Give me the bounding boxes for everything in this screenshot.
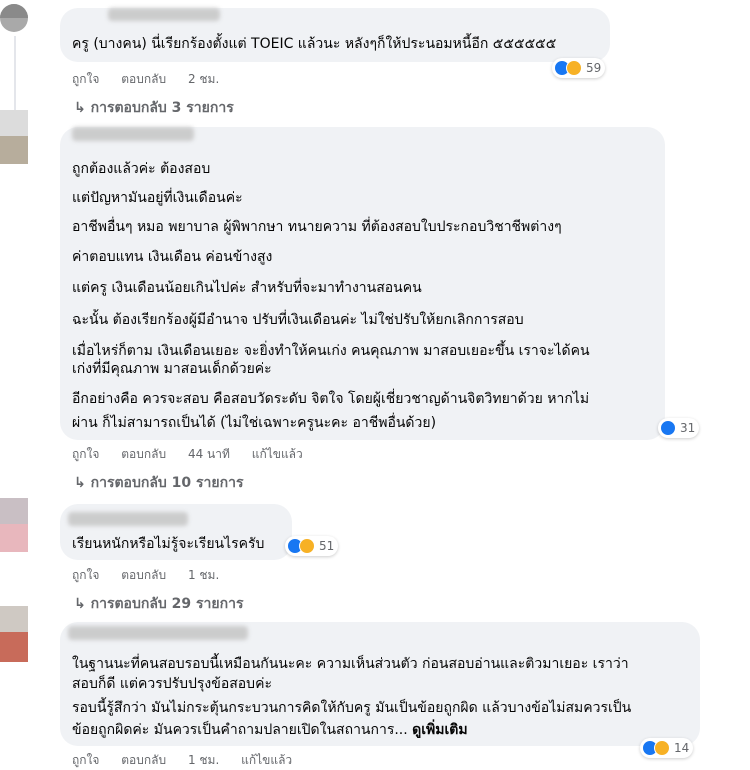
view-replies-label: การตอบกลับ 3 รายการ	[90, 100, 234, 116]
commenter-name-blurred[interactable]	[68, 626, 248, 640]
commenter-name-blurred[interactable]	[72, 127, 194, 141]
comment-text-line: เมื่อไหร่ก็ตาม เงินเดือนเยอะ จะยิ่งทำให้…	[72, 343, 590, 359]
reply-button[interactable]: ตอบกลับ	[121, 72, 166, 86]
comment-actions: ถูกใจ ตอบกลับ 44 นาที แก้ไขแล้ว	[72, 445, 321, 464]
comment-text-line: ค่าตอบแทน เงินเดือน ค่อนข้างสูง	[72, 249, 273, 265]
comment-actions: ถูกใจ ตอบกลับ 1 ชม. แก้ไขแล้ว	[72, 751, 310, 770]
view-replies-link[interactable]: ↳ การตอบกลับ 3 รายการ	[74, 97, 234, 119]
reaction-count: 14	[674, 741, 690, 755]
avatar[interactable]	[0, 4, 28, 32]
view-replies-link[interactable]: ↳ การตอบกลับ 10 รายการ	[74, 472, 243, 494]
commenter-name-blurred[interactable]	[68, 512, 188, 526]
reply-arrow-icon: ↳	[74, 100, 91, 116]
comment-text-line: ข้อยถูกผิดค่ะ มันควรเป็นคำถามปลายเปิดในส…	[72, 720, 468, 740]
like-button[interactable]: ถูกใจ	[72, 447, 99, 461]
comment-bubble: ถูกต้องแล้วค่ะ ต้องสอบ แต่ปัญหามันอยู่ที…	[60, 127, 665, 440]
like-button[interactable]: ถูกใจ	[72, 568, 99, 582]
reaction-summary[interactable]: 59	[552, 58, 606, 78]
comment-text-line: เก่งที่มีคุณภาพ มาสอนเด็กด้วยค่ะ	[72, 361, 272, 377]
like-button[interactable]: ถูกใจ	[72, 72, 99, 86]
comment-text-line: สอบก็ดี แต่ควรปรับปรุงข้อสอบค่ะ	[72, 676, 272, 692]
avatar[interactable]	[0, 498, 28, 552]
comment-text-line: ในฐานนะที่คนสอบรอบนี้เหมือนกันนะคะ ความเ…	[72, 656, 629, 672]
comment-text-line: ผ่าน ก็ไม่สามารถเป็นได้ (ไม่ใช่เฉพาะครูน…	[72, 415, 437, 431]
reaction-count: 31	[680, 421, 696, 435]
comment-actions: ถูกใจ ตอบกลับ 2 ชม.	[72, 70, 237, 89]
comment-text-fragment: ข้อยถูกผิดค่ะ มันควรเป็นคำถามปลายเปิดในส…	[72, 722, 408, 738]
reaction-summary[interactable]: 31	[658, 418, 700, 438]
commenter-name-blurred[interactable]	[108, 8, 220, 21]
view-replies-link[interactable]: ↳ การตอบกลับ 29 รายการ	[74, 593, 243, 615]
reply-arrow-icon: ↳	[74, 475, 91, 491]
comment-text: เรียนหนักหรือไม่รู้จะเรียนไรครับ	[72, 536, 265, 552]
reaction-count: 51	[319, 539, 335, 553]
avatar[interactable]	[0, 606, 28, 662]
timestamp[interactable]: 1 ชม.	[188, 568, 219, 582]
like-reaction-icon	[660, 420, 676, 436]
comment-text-line: อีกอย่างคือ ควรจะสอบ คือสอบวัดระดับ จิตใ…	[72, 391, 590, 407]
like-button[interactable]: ถูกใจ	[72, 753, 99, 767]
comment-text: ครู (บางคน) นี่เรียกร้องตั้งแต่ TOEIC แล…	[72, 36, 557, 52]
reaction-count: 59	[586, 61, 602, 75]
reaction-summary[interactable]: 14	[640, 738, 694, 758]
see-more-link[interactable]: ดูเพิ่มเติม	[412, 722, 467, 738]
view-replies-label: การตอบกลับ 10 รายการ	[90, 475, 244, 491]
comment-text-line: แต่ปัญหามันอยู่ที่เงินเดือนค่ะ	[72, 190, 243, 206]
comment-bubble: ในฐานนะที่คนสอบรอบนี้เหมือนกันนะคะ ความเ…	[60, 622, 700, 746]
timestamp[interactable]: 44 นาที	[188, 447, 230, 461]
comment-text-line: อาชีพอื่นๆ หมอ พยาบาล ผู้พิพากษา ทนายควา…	[72, 219, 562, 235]
reply-button[interactable]: ตอบกลับ	[121, 753, 166, 767]
reply-button[interactable]: ตอบกลับ	[121, 447, 166, 461]
edited-label[interactable]: แก้ไขแล้ว	[241, 753, 292, 767]
timestamp[interactable]: 2 ชม.	[188, 72, 219, 86]
comment-text-line: ฉะนั้น ต้องเรียกร้องผู้มีอำนาจ ปรับที่เง…	[72, 312, 524, 328]
haha-reaction-icon	[566, 60, 582, 76]
comment-text-line: รอบนี้รู้สึกว่า มันไม่กระตุ้นกระบวนการคิ…	[72, 700, 632, 716]
comment-actions: ถูกใจ ตอบกลับ 1 ชม.	[72, 566, 237, 585]
thread-line	[14, 36, 16, 112]
reply-arrow-icon: ↳	[74, 596, 91, 612]
comment-bubble: ครู (บางคน) นี่เรียกร้องตั้งแต่ TOEIC แล…	[60, 8, 610, 62]
comment-text-line: ถูกต้องแล้วค่ะ ต้องสอบ	[72, 161, 211, 177]
edited-label[interactable]: แก้ไขแล้ว	[252, 447, 303, 461]
avatar[interactable]	[0, 110, 28, 164]
haha-reaction-icon	[299, 538, 315, 554]
view-replies-label: การตอบกลับ 29 รายการ	[90, 596, 244, 612]
timestamp[interactable]: 1 ชม.	[188, 753, 219, 767]
comment-bubble: เรียนหนักหรือไม่รู้จะเรียนไรครับ	[60, 504, 292, 560]
reaction-summary[interactable]: 51	[285, 536, 339, 556]
comment-text-line: แต่ครู เงินเดือนน้อยเกินไปค่ะ สำหรับที่จ…	[72, 280, 422, 296]
haha-reaction-icon	[654, 740, 670, 756]
reply-button[interactable]: ตอบกลับ	[121, 568, 166, 582]
